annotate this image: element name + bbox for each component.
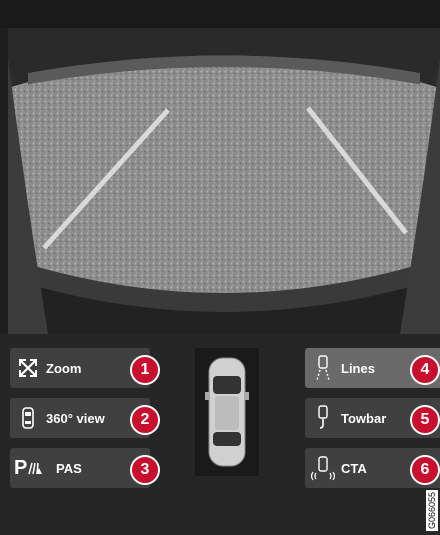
zoom-arrows-icon bbox=[10, 348, 46, 388]
camera-screen: Zoom 1 360° view 2 P PAS 3 Lines 4 Towba… bbox=[0, 0, 440, 535]
guide-lines-icon bbox=[305, 348, 341, 388]
parking-p-glyph: P bbox=[14, 456, 28, 479]
towbar-icon bbox=[305, 398, 341, 438]
status-bar bbox=[0, 0, 440, 28]
car-overview bbox=[195, 348, 259, 476]
rear-camera-view bbox=[8, 28, 440, 334]
pas-button[interactable]: P PAS bbox=[10, 448, 150, 488]
callout-5: 5 bbox=[410, 405, 440, 435]
parking-assist-icon: P bbox=[10, 448, 56, 488]
callout-2: 2 bbox=[130, 405, 160, 435]
camera-image bbox=[8, 28, 440, 334]
callout-4: 4 bbox=[410, 355, 440, 385]
cross-traffic-icon bbox=[305, 448, 341, 488]
figure-code: G066055 bbox=[426, 489, 438, 531]
callout-6: 6 bbox=[410, 455, 440, 485]
callout-3: 3 bbox=[130, 455, 160, 485]
car-top-view-icon bbox=[205, 357, 249, 467]
360-view-button[interactable]: 360° view bbox=[10, 398, 150, 438]
callout-1: 1 bbox=[130, 355, 160, 385]
car-top-icon bbox=[10, 398, 46, 438]
zoom-button[interactable]: Zoom bbox=[10, 348, 150, 388]
